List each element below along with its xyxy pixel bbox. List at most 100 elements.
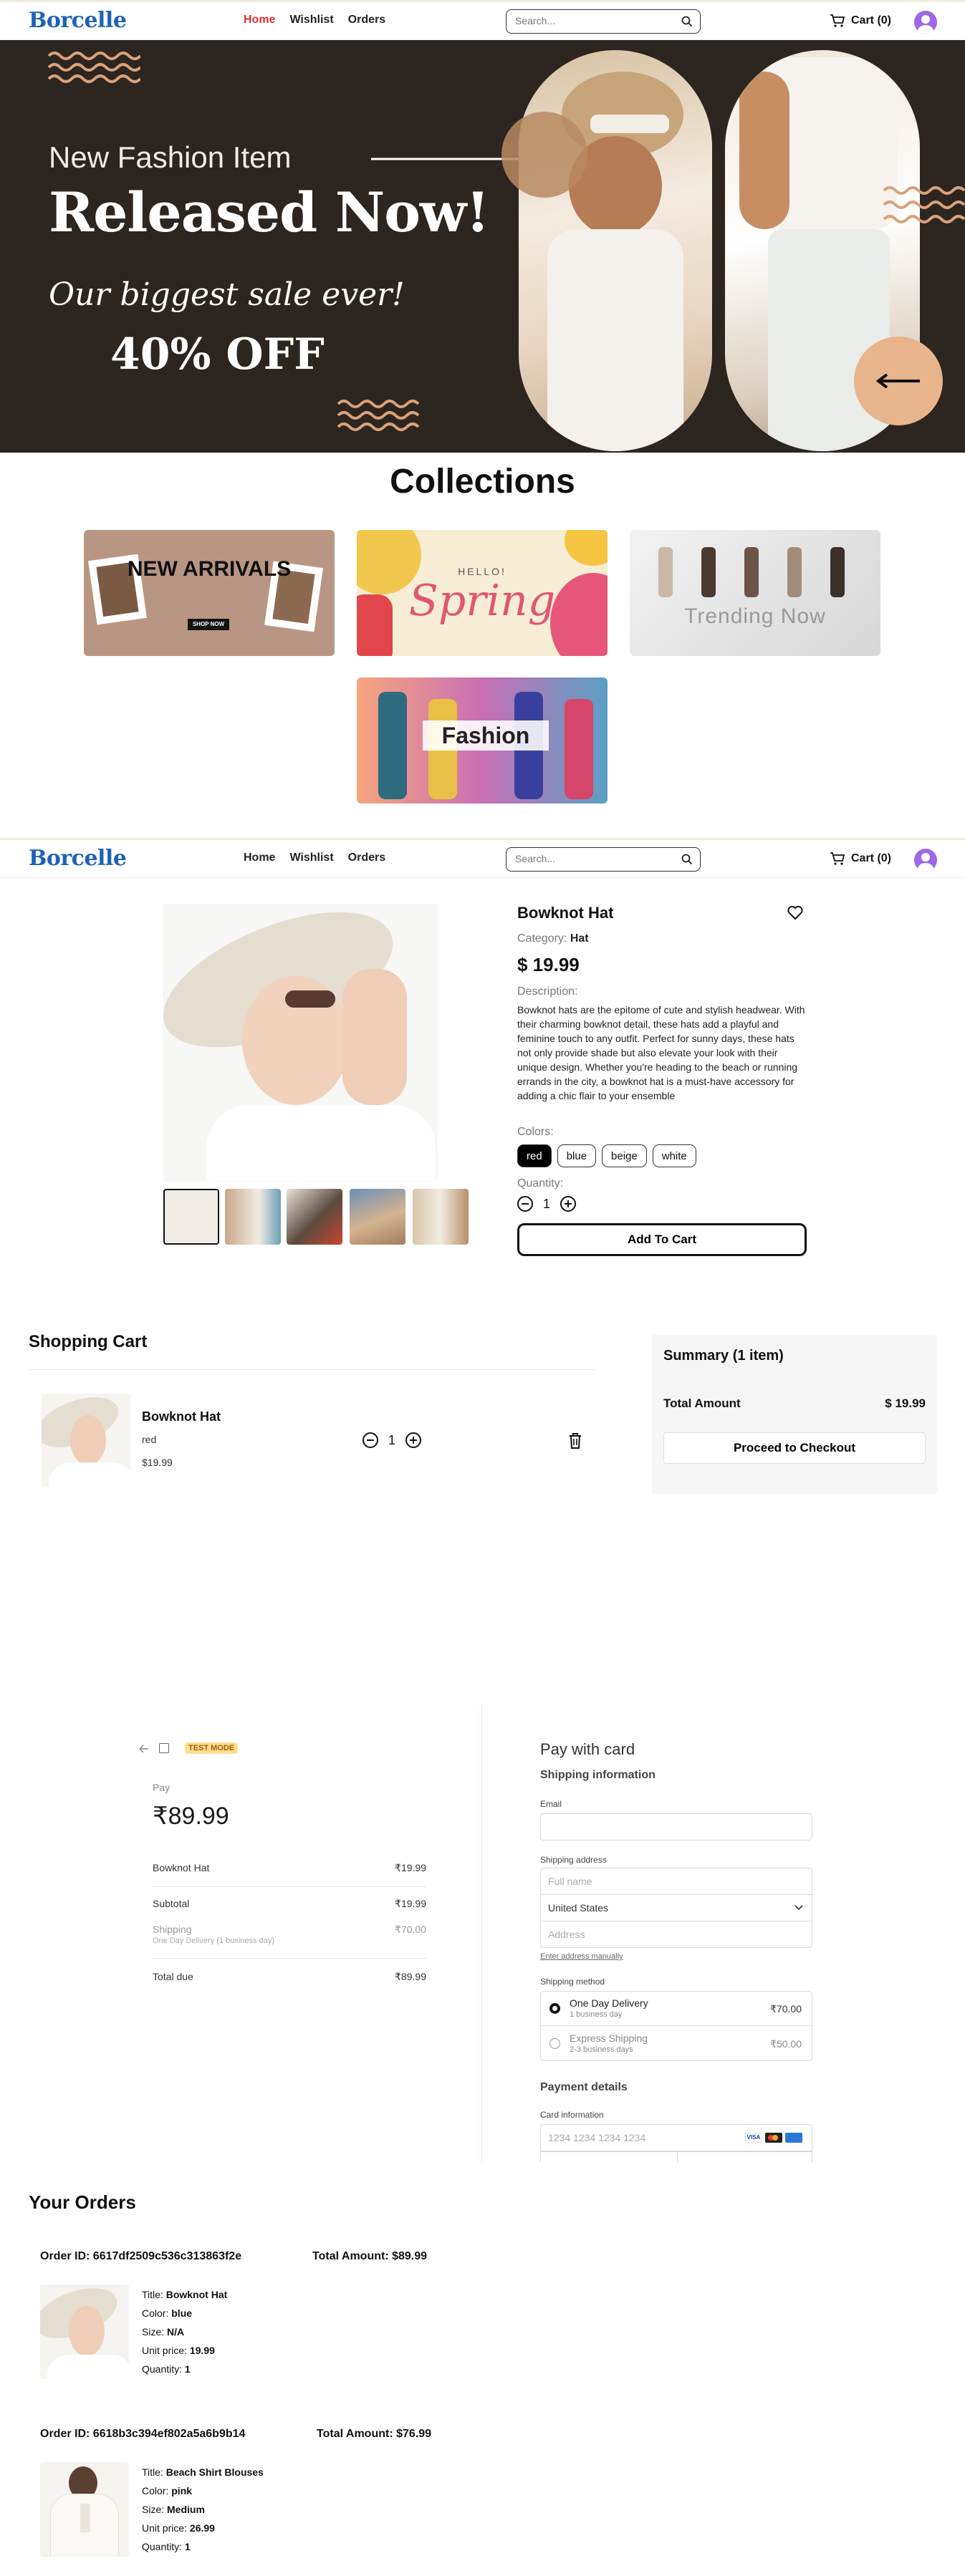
product-thumbnail[interactable] bbox=[287, 1189, 342, 1245]
email-label: Email bbox=[540, 1799, 562, 1809]
color-option-red[interactable]: red bbox=[517, 1144, 552, 1167]
trash-icon[interactable] bbox=[567, 1432, 583, 1449]
option-name: One Day Delivery bbox=[570, 1997, 648, 2009]
title-value: Bowknot Hat bbox=[165, 2289, 228, 2300]
option-price: ₹50.00 bbox=[770, 2038, 802, 2050]
product-price: $ 19.99 bbox=[517, 954, 580, 975]
heart-icon[interactable] bbox=[787, 904, 804, 921]
cart-item-price: $19.99 bbox=[142, 1457, 173, 1468]
product-thumbnail[interactable] bbox=[413, 1189, 469, 1245]
tile-title: Fashion bbox=[423, 720, 549, 751]
quantity-stepper: 1 bbox=[517, 1196, 577, 1212]
user-avatar-icon[interactable] bbox=[914, 849, 937, 872]
order-summary: Summary (1 item) Total Amount $ 19.99 Pr… bbox=[652, 1335, 937, 1494]
size-value: N/A bbox=[167, 2326, 185, 2338]
plus-icon[interactable] bbox=[560, 1196, 577, 1212]
cart-icon bbox=[830, 14, 845, 27]
total-label: Total Amount bbox=[663, 1396, 741, 1410]
enter-address-manually-link[interactable]: Enter address manually bbox=[540, 1952, 623, 1961]
cart-label: Cart (0) bbox=[851, 14, 892, 26]
full-name-field[interactable] bbox=[540, 1868, 812, 1895]
nav-orders[interactable]: Orders bbox=[348, 852, 385, 864]
total-due-value: ₹89.99 bbox=[395, 1971, 426, 1982]
price-label: Unit price: bbox=[142, 2522, 188, 2534]
hero-back-button[interactable] bbox=[854, 337, 943, 425]
checkout-button[interactable]: Proceed to Checkout bbox=[663, 1432, 926, 1464]
product-thumbnail[interactable] bbox=[163, 1189, 219, 1245]
collection-fashion[interactable]: Fashion bbox=[357, 677, 608, 804]
order-item-color: Color: pink bbox=[142, 2485, 192, 2497]
collection-spring[interactable]: HELLO! Spring bbox=[357, 530, 608, 656]
color-label: Color: bbox=[142, 2307, 169, 2319]
color-option-beige[interactable]: beige bbox=[602, 1144, 647, 1167]
search-input[interactable] bbox=[506, 10, 664, 32]
search-input[interactable] bbox=[506, 848, 664, 869]
nav-home[interactable]: Home bbox=[244, 14, 275, 26]
cart-label: Cart (0) bbox=[851, 852, 892, 864]
product-thumbnail[interactable] bbox=[350, 1189, 405, 1245]
nav-home[interactable]: Home bbox=[244, 852, 275, 864]
cart-link[interactable]: Cart (0) bbox=[830, 14, 891, 28]
color-option-white[interactable]: white bbox=[652, 1144, 696, 1167]
shipping-method-label: Shipping method bbox=[540, 1977, 605, 1987]
option-name: Express Shipping bbox=[570, 2032, 648, 2044]
search-box bbox=[506, 847, 701, 872]
card-field-wrap: VISA bbox=[540, 2124, 812, 2163]
search-icon[interactable] bbox=[681, 16, 693, 27]
top-navbar-2: Borcelle Home Wishlist Orders Cart (0) bbox=[0, 838, 965, 878]
nav-links: Home Wishlist Orders bbox=[244, 852, 385, 864]
card-expiry-cvc-row[interactable] bbox=[540, 2151, 812, 2163]
divider bbox=[153, 1958, 426, 1959]
product-main-image bbox=[163, 905, 437, 1181]
mastercard-icon bbox=[765, 2133, 782, 2143]
user-avatar-icon[interactable] bbox=[914, 11, 937, 34]
brand-logo[interactable]: Borcelle bbox=[29, 8, 127, 33]
shipping-option-express[interactable]: Express Shipping 2-3 business days ₹50.0… bbox=[541, 2027, 812, 2061]
category-value: Hat bbox=[570, 932, 589, 945]
size-label: Size: bbox=[142, 2326, 165, 2338]
order-total: Total Amount: $89.99 bbox=[312, 2250, 428, 2262]
nav-orders[interactable]: Orders bbox=[348, 14, 385, 26]
order-item-quantity: Quantity: 1 bbox=[142, 2363, 191, 2375]
cart-link[interactable]: Cart (0) bbox=[830, 852, 891, 866]
back-arrow-icon[interactable] bbox=[139, 1745, 149, 1753]
divider bbox=[481, 1704, 482, 2163]
product-title: Bowknot Hat bbox=[517, 904, 614, 922]
hero-accent-circle bbox=[501, 112, 587, 198]
email-field[interactable] bbox=[540, 1813, 812, 1841]
plus-icon[interactable] bbox=[405, 1432, 422, 1448]
address-field[interactable] bbox=[540, 1921, 812, 1948]
product-thumbnail[interactable] bbox=[225, 1189, 281, 1245]
nav-wishlist[interactable]: Wishlist bbox=[289, 852, 333, 864]
collection-trending[interactable]: Trending Now bbox=[630, 530, 880, 656]
divider bbox=[29, 1369, 595, 1370]
cart-icon bbox=[830, 852, 845, 865]
title-label: Title: bbox=[142, 2289, 163, 2300]
minus-icon[interactable] bbox=[517, 1196, 533, 1212]
color-option-blue[interactable]: blue bbox=[557, 1144, 597, 1167]
order-item-image bbox=[40, 2462, 129, 2557]
order-item-price: Unit price: 26.99 bbox=[142, 2522, 215, 2534]
shipping-sub: One Day Delivery (1 business day) bbox=[153, 1936, 274, 1945]
order-id: Order ID: 6618b3c394ef802a5a6b9b14 bbox=[40, 2428, 246, 2440]
cart-item-image bbox=[42, 1394, 130, 1487]
shipping-option-one-day[interactable]: One Day Delivery 1 business day ₹70.00 bbox=[541, 1992, 812, 2026]
add-to-cart-button[interactable]: Add To Cart bbox=[517, 1223, 807, 1256]
visa-icon: VISA bbox=[745, 2133, 762, 2143]
country-select[interactable]: United States bbox=[540, 1894, 812, 1921]
collection-new-arrivals[interactable]: NEW ARRIVALS SHOP NOW bbox=[84, 530, 335, 656]
country-value: United States bbox=[548, 1902, 609, 1914]
radio-unselected[interactable] bbox=[549, 2038, 560, 2049]
search-icon[interactable] bbox=[681, 854, 693, 865]
hero-subtitle: New Fashion Item bbox=[49, 140, 292, 174]
nav-wishlist[interactable]: Wishlist bbox=[289, 14, 333, 26]
qty-value: 1 bbox=[184, 2541, 191, 2552]
option-sub: 2-3 business days bbox=[570, 2045, 633, 2054]
shop-now-button[interactable]: SHOP NOW bbox=[188, 619, 229, 630]
order-item-title: Title: Beach Shirt Blouses bbox=[142, 2466, 264, 2478]
color-value: blue bbox=[171, 2307, 193, 2319]
radio-selected[interactable] bbox=[549, 2003, 560, 2014]
minus-icon[interactable] bbox=[363, 1432, 378, 1448]
card-info-label: Card information bbox=[540, 2110, 604, 2120]
brand-logo[interactable]: Borcelle bbox=[29, 846, 127, 871]
